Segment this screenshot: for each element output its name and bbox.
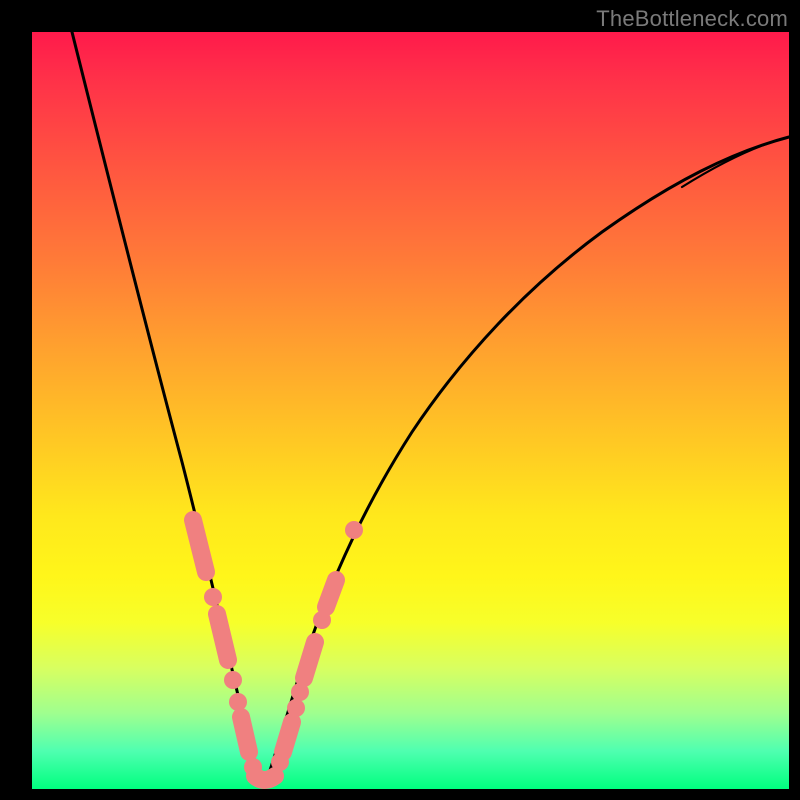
watermark-text: TheBottleneck.com	[596, 6, 788, 32]
bottleneck-curve-right	[266, 137, 789, 782]
marker-run-trough	[255, 776, 275, 780]
marker-run-left-mid	[217, 614, 228, 660]
plot-area	[32, 32, 789, 789]
bottleneck-curve-left	[72, 32, 262, 782]
marker-run-right-mid	[304, 642, 315, 678]
markers-group	[193, 520, 363, 780]
marker-run-right-upper	[326, 580, 336, 607]
marker-dot	[204, 588, 222, 606]
marker-dot	[345, 521, 363, 539]
chart-svg	[32, 32, 789, 789]
marker-dot	[224, 671, 242, 689]
marker-run-left-low	[241, 717, 249, 752]
marker-run-right-low	[283, 722, 292, 752]
curve-group	[72, 32, 789, 782]
bottleneck-curve-right-tail	[682, 137, 789, 187]
marker-run-left-upper	[193, 520, 206, 572]
marker-dot	[287, 699, 305, 717]
chart-frame: TheBottleneck.com	[0, 0, 800, 800]
marker-dot	[229, 693, 247, 711]
